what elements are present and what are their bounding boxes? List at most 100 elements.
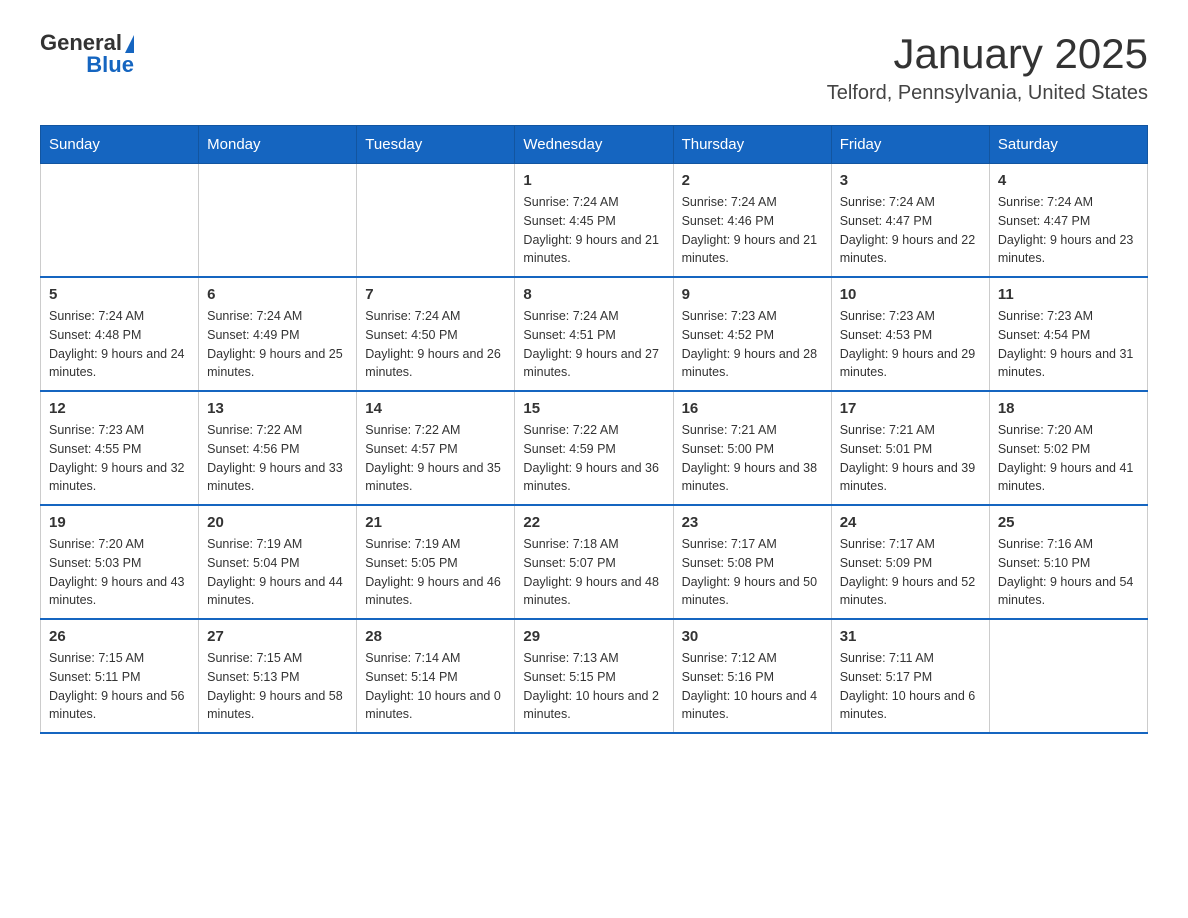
logo-blue: Blue	[86, 52, 134, 78]
day-of-week-header: Tuesday	[357, 126, 515, 164]
calendar-week-row: 26 Sunrise: 7:15 AMSunset: 5:11 PMDaylig…	[41, 619, 1148, 733]
calendar-cell: 12 Sunrise: 7:23 AMSunset: 4:55 PMDaylig…	[41, 391, 199, 505]
day-number: 3	[840, 172, 981, 189]
calendar-cell	[199, 164, 357, 278]
day-number: 7	[365, 286, 506, 303]
day-info: Sunrise: 7:24 AMSunset: 4:47 PMDaylight:…	[998, 193, 1139, 268]
day-number: 2	[682, 172, 823, 189]
day-number: 10	[840, 286, 981, 303]
day-number: 9	[682, 286, 823, 303]
calendar-cell: 25 Sunrise: 7:16 AMSunset: 5:10 PMDaylig…	[989, 505, 1147, 619]
logo-triangle-icon	[125, 35, 134, 53]
calendar-week-row: 5 Sunrise: 7:24 AMSunset: 4:48 PMDayligh…	[41, 277, 1148, 391]
calendar-cell: 11 Sunrise: 7:23 AMSunset: 4:54 PMDaylig…	[989, 277, 1147, 391]
calendar-cell: 3 Sunrise: 7:24 AMSunset: 4:47 PMDayligh…	[831, 164, 989, 278]
day-info: Sunrise: 7:13 AMSunset: 5:15 PMDaylight:…	[523, 649, 664, 724]
calendar-week-row: 12 Sunrise: 7:23 AMSunset: 4:55 PMDaylig…	[41, 391, 1148, 505]
day-number: 29	[523, 628, 664, 645]
day-number: 15	[523, 400, 664, 417]
day-info: Sunrise: 7:22 AMSunset: 4:59 PMDaylight:…	[523, 421, 664, 496]
calendar-cell: 8 Sunrise: 7:24 AMSunset: 4:51 PMDayligh…	[515, 277, 673, 391]
day-info: Sunrise: 7:20 AMSunset: 5:02 PMDaylight:…	[998, 421, 1139, 496]
day-info: Sunrise: 7:22 AMSunset: 4:57 PMDaylight:…	[365, 421, 506, 496]
calendar-cell: 17 Sunrise: 7:21 AMSunset: 5:01 PMDaylig…	[831, 391, 989, 505]
calendar-cell: 31 Sunrise: 7:11 AMSunset: 5:17 PMDaylig…	[831, 619, 989, 733]
calendar-cell: 30 Sunrise: 7:12 AMSunset: 5:16 PMDaylig…	[673, 619, 831, 733]
calendar-table: SundayMondayTuesdayWednesdayThursdayFrid…	[40, 125, 1148, 734]
day-info: Sunrise: 7:17 AMSunset: 5:08 PMDaylight:…	[682, 535, 823, 610]
day-info: Sunrise: 7:24 AMSunset: 4:49 PMDaylight:…	[207, 307, 348, 382]
day-of-week-header: Friday	[831, 126, 989, 164]
calendar-cell: 20 Sunrise: 7:19 AMSunset: 5:04 PMDaylig…	[199, 505, 357, 619]
calendar-cell: 1 Sunrise: 7:24 AMSunset: 4:45 PMDayligh…	[515, 164, 673, 278]
day-info: Sunrise: 7:17 AMSunset: 5:09 PMDaylight:…	[840, 535, 981, 610]
calendar-cell: 13 Sunrise: 7:22 AMSunset: 4:56 PMDaylig…	[199, 391, 357, 505]
calendar-cell: 6 Sunrise: 7:24 AMSunset: 4:49 PMDayligh…	[199, 277, 357, 391]
day-number: 13	[207, 400, 348, 417]
calendar-header-row: SundayMondayTuesdayWednesdayThursdayFrid…	[41, 126, 1148, 164]
day-number: 24	[840, 514, 981, 531]
day-number: 26	[49, 628, 190, 645]
day-number: 31	[840, 628, 981, 645]
calendar-cell: 18 Sunrise: 7:20 AMSunset: 5:02 PMDaylig…	[989, 391, 1147, 505]
subtitle: Telford, Pennsylvania, United States	[827, 82, 1148, 105]
calendar-cell: 2 Sunrise: 7:24 AMSunset: 4:46 PMDayligh…	[673, 164, 831, 278]
day-info: Sunrise: 7:24 AMSunset: 4:45 PMDaylight:…	[523, 193, 664, 268]
title-section: January 2025 Telford, Pennsylvania, Unit…	[827, 30, 1148, 105]
calendar-cell	[357, 164, 515, 278]
day-of-week-header: Thursday	[673, 126, 831, 164]
day-info: Sunrise: 7:11 AMSunset: 5:17 PMDaylight:…	[840, 649, 981, 724]
day-info: Sunrise: 7:18 AMSunset: 5:07 PMDaylight:…	[523, 535, 664, 610]
day-info: Sunrise: 7:15 AMSunset: 5:11 PMDaylight:…	[49, 649, 190, 724]
day-of-week-header: Monday	[199, 126, 357, 164]
calendar-cell: 22 Sunrise: 7:18 AMSunset: 5:07 PMDaylig…	[515, 505, 673, 619]
day-info: Sunrise: 7:19 AMSunset: 5:04 PMDaylight:…	[207, 535, 348, 610]
day-number: 20	[207, 514, 348, 531]
day-number: 17	[840, 400, 981, 417]
day-number: 1	[523, 172, 664, 189]
day-of-week-header: Sunday	[41, 126, 199, 164]
day-of-week-header: Wednesday	[515, 126, 673, 164]
day-info: Sunrise: 7:23 AMSunset: 4:53 PMDaylight:…	[840, 307, 981, 382]
calendar-week-row: 19 Sunrise: 7:20 AMSunset: 5:03 PMDaylig…	[41, 505, 1148, 619]
calendar-cell: 21 Sunrise: 7:19 AMSunset: 5:05 PMDaylig…	[357, 505, 515, 619]
day-info: Sunrise: 7:14 AMSunset: 5:14 PMDaylight:…	[365, 649, 506, 724]
calendar-cell: 23 Sunrise: 7:17 AMSunset: 5:08 PMDaylig…	[673, 505, 831, 619]
day-number: 21	[365, 514, 506, 531]
calendar-cell: 24 Sunrise: 7:17 AMSunset: 5:09 PMDaylig…	[831, 505, 989, 619]
day-info: Sunrise: 7:24 AMSunset: 4:47 PMDaylight:…	[840, 193, 981, 268]
day-info: Sunrise: 7:12 AMSunset: 5:16 PMDaylight:…	[682, 649, 823, 724]
day-number: 5	[49, 286, 190, 303]
day-info: Sunrise: 7:21 AMSunset: 5:01 PMDaylight:…	[840, 421, 981, 496]
calendar-cell	[989, 619, 1147, 733]
day-info: Sunrise: 7:24 AMSunset: 4:50 PMDaylight:…	[365, 307, 506, 382]
day-info: Sunrise: 7:24 AMSunset: 4:51 PMDaylight:…	[523, 307, 664, 382]
calendar-cell: 7 Sunrise: 7:24 AMSunset: 4:50 PMDayligh…	[357, 277, 515, 391]
day-of-week-header: Saturday	[989, 126, 1147, 164]
calendar-week-row: 1 Sunrise: 7:24 AMSunset: 4:45 PMDayligh…	[41, 164, 1148, 278]
calendar-cell: 29 Sunrise: 7:13 AMSunset: 5:15 PMDaylig…	[515, 619, 673, 733]
calendar-cell: 9 Sunrise: 7:23 AMSunset: 4:52 PMDayligh…	[673, 277, 831, 391]
calendar-cell: 15 Sunrise: 7:22 AMSunset: 4:59 PMDaylig…	[515, 391, 673, 505]
page-header: General Blue January 2025 Telford, Penns…	[40, 30, 1148, 105]
day-info: Sunrise: 7:23 AMSunset: 4:54 PMDaylight:…	[998, 307, 1139, 382]
day-info: Sunrise: 7:19 AMSunset: 5:05 PMDaylight:…	[365, 535, 506, 610]
calendar-cell: 19 Sunrise: 7:20 AMSunset: 5:03 PMDaylig…	[41, 505, 199, 619]
calendar-cell: 4 Sunrise: 7:24 AMSunset: 4:47 PMDayligh…	[989, 164, 1147, 278]
day-number: 28	[365, 628, 506, 645]
calendar-cell: 28 Sunrise: 7:14 AMSunset: 5:14 PMDaylig…	[357, 619, 515, 733]
day-info: Sunrise: 7:15 AMSunset: 5:13 PMDaylight:…	[207, 649, 348, 724]
day-number: 8	[523, 286, 664, 303]
day-number: 23	[682, 514, 823, 531]
calendar-cell: 27 Sunrise: 7:15 AMSunset: 5:13 PMDaylig…	[199, 619, 357, 733]
day-info: Sunrise: 7:23 AMSunset: 4:52 PMDaylight:…	[682, 307, 823, 382]
calendar-cell: 14 Sunrise: 7:22 AMSunset: 4:57 PMDaylig…	[357, 391, 515, 505]
day-info: Sunrise: 7:23 AMSunset: 4:55 PMDaylight:…	[49, 421, 190, 496]
day-number: 27	[207, 628, 348, 645]
calendar-cell	[41, 164, 199, 278]
logo: General Blue	[40, 30, 134, 78]
calendar-cell: 5 Sunrise: 7:24 AMSunset: 4:48 PMDayligh…	[41, 277, 199, 391]
main-title: January 2025	[827, 30, 1148, 78]
day-info: Sunrise: 7:22 AMSunset: 4:56 PMDaylight:…	[207, 421, 348, 496]
day-info: Sunrise: 7:20 AMSunset: 5:03 PMDaylight:…	[49, 535, 190, 610]
